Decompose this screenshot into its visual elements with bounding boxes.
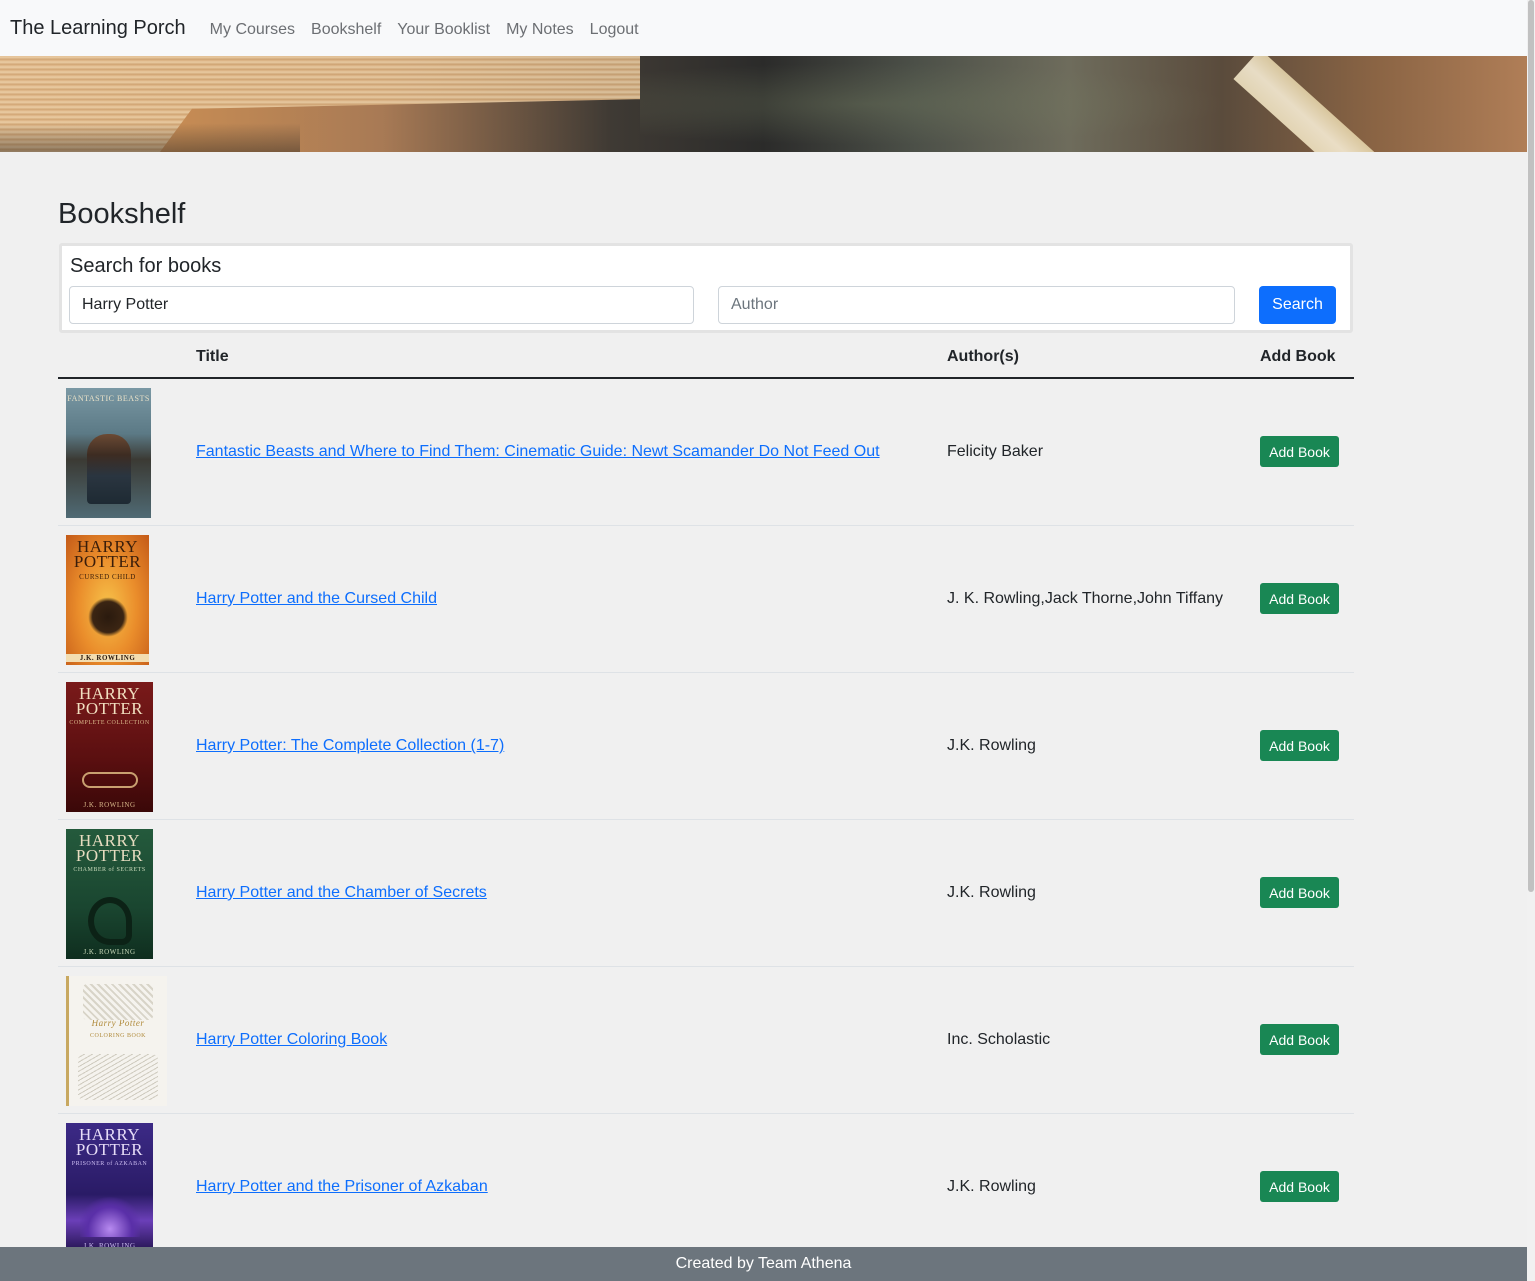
cover-figure-art [86, 434, 131, 504]
brand-link[interactable]: The Learning Porch [10, 17, 186, 40]
scrollbar-thumb[interactable] [1528, 0, 1534, 892]
cover-subtitle-text: COMPLETE COLLECTION [69, 720, 150, 726]
book-author: J. K. Rowling,Jack Thorne,John Tiffany [947, 590, 1223, 607]
cover-serpent-art [87, 897, 132, 945]
cover-subtitle-text: COLORING BOOK [90, 1033, 146, 1039]
page-footer: Created by Team Athena [0, 1247, 1527, 1281]
top-navbar: The Learning Porch My Courses Bookshelf … [0, 0, 1527, 56]
footer-text: Created by Team Athena [675, 1255, 852, 1272]
search-button[interactable]: Search [1259, 286, 1336, 324]
banner-shadow [0, 56, 300, 152]
book-cover-image[interactable]: FANTASTIC BEASTS [66, 388, 151, 518]
book-author: J.K. Rowling [947, 884, 1036, 901]
table-row: HARRY POTTER COMPLETE COLLECTION J.K. RO… [58, 673, 1354, 820]
cover-subtitle-text: CHAMBER of SECRETS [73, 867, 146, 873]
table-row: Harry Potter COLORING BOOK Harry Potter … [58, 967, 1354, 1114]
cover-author-text: J.K. ROWLING [83, 801, 136, 809]
hero-banner-image [0, 56, 1527, 152]
page-title: Bookshelf [58, 198, 186, 230]
cover-author-text: J.K. ROWLING [83, 948, 136, 956]
cover-line-art [78, 1054, 158, 1100]
book-title-link[interactable]: Harry Potter Coloring Book [196, 1031, 387, 1049]
book-author: J.K. Rowling [947, 737, 1036, 754]
search-card: Search for books Search [59, 243, 1353, 333]
book-author: Felicity Baker [947, 443, 1044, 460]
column-header-title: Title [196, 348, 229, 365]
table-row: HARRY POTTER PRISONER of AZKABAN J.K. RO… [58, 1114, 1354, 1261]
cover-title-text: HARRY POTTER [75, 831, 144, 865]
book-cover-image[interactable]: HARRY POTTER CHAMBER of SECRETS J.K. ROW… [66, 829, 153, 959]
add-book-button[interactable]: Add Book [1260, 436, 1339, 467]
title-search-input[interactable] [69, 286, 694, 324]
nav-link-logout[interactable]: Logout [590, 21, 639, 39]
book-cover-image[interactable]: HARRY POTTER PRISONER of AZKABAN J.K. RO… [66, 1123, 153, 1253]
book-title-link[interactable]: Harry Potter: The Complete Collection (1… [196, 737, 504, 755]
cover-moon-art [79, 1197, 140, 1237]
book-title-link[interactable]: Fantastic Beasts and Where to Find Them:… [196, 443, 880, 461]
search-heading: Search for books [70, 255, 222, 277]
table-row: HARRY POTTER CURSED CHILD J.K. ROWLING H… [58, 526, 1354, 673]
nav-link-my-notes[interactable]: My Notes [506, 21, 574, 39]
cover-glasses-art [81, 772, 138, 788]
add-book-button[interactable]: Add Book [1260, 1171, 1339, 1202]
cover-wings-art [87, 597, 128, 637]
book-author: J.K. Rowling [947, 1178, 1036, 1195]
table-header: Title Author(s) Add Book [58, 333, 1354, 379]
vertical-scrollbar[interactable] [1527, 0, 1535, 1281]
nav-link-bookshelf[interactable]: Bookshelf [311, 21, 381, 39]
cover-illustration-art [83, 984, 153, 1020]
add-book-button[interactable]: Add Book [1260, 1024, 1339, 1055]
book-title-link[interactable]: Harry Potter and the Prisoner of Azkaban [196, 1178, 488, 1196]
book-cover-image[interactable]: HARRY POTTER COMPLETE COLLECTION J.K. RO… [66, 682, 153, 812]
cover-title-text: HARRY POTTER [75, 684, 144, 718]
book-title-link[interactable]: Harry Potter and the Chamber of Secrets [196, 884, 487, 902]
banner-blur [640, 56, 1290, 152]
cover-subtitle-text: PRISONER of AZKABAN [71, 1161, 148, 1167]
cover-subtitle-text: CURSED CHILD [79, 573, 136, 581]
add-book-button[interactable]: Add Book [1260, 583, 1339, 614]
column-header-author: Author(s) [947, 348, 1019, 365]
nav-link-your-booklist[interactable]: Your Booklist [397, 21, 490, 39]
cover-title-text: HARRY POTTER [73, 537, 142, 571]
column-header-add-book: Add Book [1260, 348, 1336, 365]
cover-title-text: FANTASTIC BEASTS [67, 394, 150, 403]
book-cover-image[interactable]: Harry Potter COLORING BOOK [66, 976, 167, 1106]
table-row: HARRY POTTER CHAMBER of SECRETS J.K. ROW… [58, 820, 1354, 967]
book-cover-image[interactable]: HARRY POTTER CURSED CHILD J.K. ROWLING [66, 535, 149, 665]
add-book-button[interactable]: Add Book [1260, 730, 1339, 761]
results-table: Title Author(s) Add Book FANTASTIC BEAST… [58, 333, 1354, 1261]
nav-link-my-courses[interactable]: My Courses [210, 21, 295, 39]
add-book-button[interactable]: Add Book [1260, 877, 1339, 908]
book-title-link[interactable]: Harry Potter and the Cursed Child [196, 590, 437, 608]
table-row: FANTASTIC BEASTS Fantastic Beasts and Wh… [58, 379, 1354, 526]
author-search-input[interactable] [718, 286, 1235, 324]
cover-title-text: HARRY POTTER [75, 1125, 144, 1159]
cover-author-text: J.K. ROWLING [66, 654, 149, 662]
book-author: Inc. Scholastic [947, 1031, 1051, 1048]
